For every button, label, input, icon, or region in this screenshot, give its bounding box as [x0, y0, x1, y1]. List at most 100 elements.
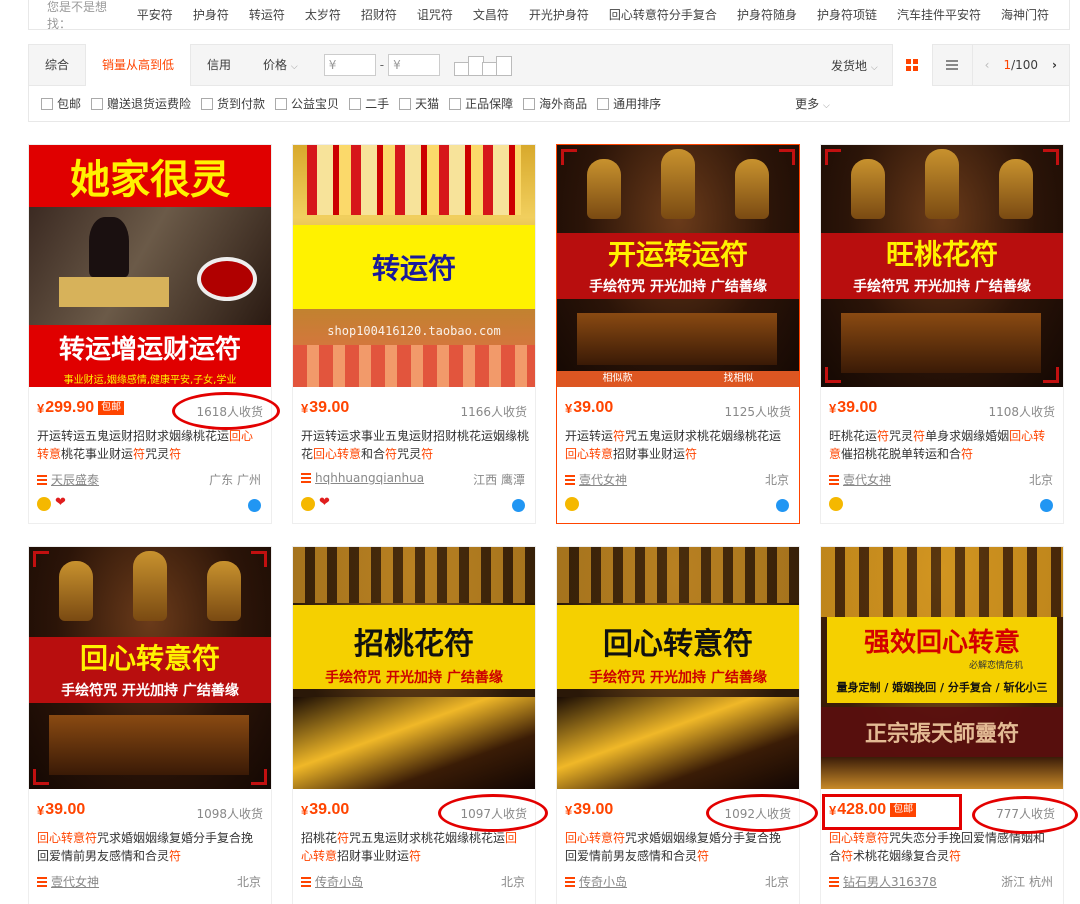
related-item[interactable]: 护身符随身	[737, 6, 797, 23]
product-title[interactable]: 开运转运五鬼运财招财求姻缘桃花运回心转意桃花事业财运符咒灵符	[37, 427, 265, 463]
product-title[interactable]: 回心转意符咒求婚姻姻缘复婚分手复合挽回爱情前男友感情和合灵符	[37, 829, 265, 865]
related-item[interactable]: 诅咒符	[417, 6, 453, 23]
sort-tab-credit[interactable]: 信用	[191, 44, 247, 86]
shop-link[interactable]: hqhhuangqianhua	[301, 471, 424, 485]
shop-link[interactable]: 传奇小岛	[301, 873, 363, 890]
related-item[interactable]: 太岁符	[305, 6, 341, 23]
wangwang-chat-icon[interactable]	[1040, 499, 1053, 512]
title-keyword: 符	[385, 447, 398, 461]
product-title[interactable]: 回心转意符咒求婚姻姻缘复婚分手复合挽回爱情前男友感情和合灵符	[565, 829, 793, 865]
price-value: 39.00	[573, 801, 614, 818]
product-card[interactable]: 转运符 shop100416120.taobao.com ¥39.00 1166…	[292, 144, 536, 524]
checkbox[interactable]	[399, 97, 412, 110]
shop-icon	[565, 876, 575, 887]
product-image[interactable]: 强效回心转意 必解恋情危机 量身定制 / 婚姻挽回 / 分手复合 / 斩化小三 …	[821, 547, 1063, 789]
filter-general-sort[interactable]: 通用排序	[597, 95, 661, 112]
corner-ornament	[33, 551, 49, 567]
related-item[interactable]: 护身符项链	[817, 6, 877, 23]
shop-link[interactable]: 钻石男人316378	[829, 873, 937, 890]
product-title[interactable]: 回心转意符咒失恋分手挽回爱情感情姻和合符术桃花姻缘复合灵符	[829, 829, 1057, 865]
chevron-down-icon: ⌵	[290, 62, 298, 72]
product-title[interactable]: 招桃花符咒五鬼运财求桃花姻缘桃花运回心转意招财事业财运符	[301, 829, 529, 865]
related-item[interactable]: 平安符	[137, 6, 173, 23]
filter-cod[interactable]: 货到付款	[201, 95, 265, 112]
related-item[interactable]: 招财符	[361, 6, 397, 23]
related-item[interactable]: 护身符	[193, 6, 229, 23]
filter-secondhand[interactable]: 二手	[349, 95, 389, 112]
wangwang-chat-icon[interactable]	[512, 499, 525, 512]
prev-page-icon[interactable]: ‹	[985, 58, 990, 72]
product-image[interactable]: 回心转意符 手绘符咒 开光加持 广结善缘	[29, 547, 271, 789]
wangwang-chat-icon[interactable]	[248, 499, 261, 512]
product-card[interactable]: 强效回心转意 必解恋情危机 量身定制 / 婚姻挽回 / 分手复合 / 斩化小三 …	[820, 546, 1064, 904]
checkbox[interactable]	[91, 97, 104, 110]
poster-photo	[29, 207, 271, 325]
price-range-slider[interactable]	[454, 54, 513, 76]
product-card[interactable]: 她家很灵 转运增运财运符 事业财运,姻缘感情,健康平安,子女,学业 ¥299.9…	[28, 144, 272, 524]
list-view-button[interactable]	[931, 44, 972, 86]
product-title[interactable]: 开运转运符咒五鬼运财求桃花姻缘桃花运回心转意招财事业财运符	[565, 427, 793, 463]
product-image[interactable]: 她家很灵 转运增运财运符 事业财运,姻缘感情,健康平安,子女,学业	[29, 145, 271, 387]
product-image[interactable]: 招桃花符 手绘符咒 开光加持 广结善缘	[293, 547, 535, 789]
related-item[interactable]: 开光护身符	[529, 6, 589, 23]
product-card[interactable]: 招桃花符 手绘符咒 开光加持 广结善缘 ¥39.00 1097人收货 招桃花符咒…	[292, 546, 536, 904]
find-similar-tag[interactable]: 找相似	[724, 371, 754, 387]
checkbox[interactable]	[597, 97, 610, 110]
next-page-icon[interactable]: ›	[1052, 58, 1057, 72]
price-max-input[interactable]: ¥	[388, 54, 441, 76]
badge-icons: ❤	[301, 496, 331, 511]
shop-link[interactable]: 天辰盛泰	[37, 471, 99, 488]
checkbox[interactable]	[201, 97, 214, 110]
product-image[interactable]: 旺桃花符 手绘符咒 开光加持 广结善缘	[821, 145, 1063, 387]
shop-link[interactable]: 壹代女神	[829, 471, 891, 488]
sort-tab-price[interactable]: 价格 ⌵	[247, 44, 314, 86]
poster-small-text: 必解恋情危机	[968, 660, 1023, 671]
checkbox[interactable]	[349, 97, 362, 110]
price-min-input[interactable]: ¥	[323, 54, 376, 76]
related-item[interactable]: 汽车挂件平安符	[897, 6, 981, 23]
title-keyword: 符	[685, 447, 698, 461]
checkbox[interactable]	[449, 97, 462, 110]
shop-link[interactable]: 壹代女神	[565, 471, 627, 488]
poster-bottom-fire	[293, 697, 535, 789]
shop-link[interactable]: 壹代女神	[37, 873, 99, 890]
shop-name: 钻石男人316378	[843, 875, 937, 889]
product-title[interactable]: 开运转运求事业五鬼运财招财桃花运姻缘桃花回心转意和合符咒灵符	[301, 427, 529, 463]
poster-subtitle: 手绘符咒 开光加持 广结善缘	[325, 670, 503, 686]
product-card[interactable]: 回心转意符 手绘符咒 开光加持 广结善缘 ¥39.00 1092人收货 回心转意…	[556, 546, 800, 904]
checkbox[interactable]	[523, 97, 536, 110]
grid-view-button[interactable]	[891, 44, 932, 86]
shop-name: 天辰盛泰	[51, 473, 100, 487]
product-image[interactable]: 转运符 shop100416120.taobao.com	[293, 145, 535, 387]
title-keyword: 符	[133, 447, 146, 461]
sort-tab-default[interactable]: 综合	[29, 44, 85, 86]
altar	[577, 313, 777, 365]
checkbox[interactable]	[41, 97, 53, 110]
related-item[interactable]: 回心转意符分手复合	[609, 6, 717, 23]
shop-link[interactable]: 传奇小岛	[565, 873, 627, 890]
related-item[interactable]: 海神门符	[1001, 6, 1049, 23]
related-item[interactable]: 转运符	[249, 6, 285, 23]
product-image[interactable]: 开运转运符 手绘符咒 开光加持 广结善缘 相似款 找相似	[557, 145, 799, 387]
product-card[interactable]: 开运转运符 手绘符咒 开光加持 广结善缘 相似款 找相似 ¥39.00 1125…	[556, 144, 800, 524]
more-filters-button[interactable]: 更多 ⌵	[795, 95, 830, 112]
related-item[interactable]: 文昌符	[473, 6, 509, 23]
filter-charity[interactable]: 公益宝贝	[275, 95, 339, 112]
sort-bar-right: 发货地 ⌵ ‹ 1/100 ›	[817, 44, 1069, 86]
filter-overseas[interactable]: 海外商品	[523, 95, 587, 112]
similar-style-tag[interactable]: 相似款	[603, 371, 633, 387]
product-card[interactable]: 旺桃花符 手绘符咒 开光加持 广结善缘 ¥39.00 1108人收货 旺桃花运符…	[820, 144, 1064, 524]
filter-free-shipping[interactable]: 包邮	[41, 95, 81, 112]
filter-tmall[interactable]: 天猫	[399, 95, 439, 112]
wangwang-chat-icon[interactable]	[776, 499, 789, 512]
filter-genuine[interactable]: 正品保障	[449, 95, 513, 112]
product-title[interactable]: 旺桃花运符咒灵符单身求姻缘婚姻回心转意催招桃花脱单转运和合符	[829, 427, 1057, 463]
sort-tab-sales[interactable]: 销量从高到低	[85, 44, 192, 86]
product-image[interactable]: 回心转意符 手绘符咒 开光加持 广结善缘	[557, 547, 799, 789]
ship-from-filter[interactable]: 发货地 ⌵	[817, 57, 892, 74]
checkbox[interactable]	[275, 97, 288, 110]
filter-return-insurance[interactable]: 赠送退货运费险	[91, 95, 191, 112]
corner-ornament	[825, 367, 841, 383]
shop-icon	[37, 876, 47, 887]
product-card[interactable]: 回心转意符 手绘符咒 开光加持 广结善缘 ¥39.00 1098人收货 回心转意…	[28, 546, 272, 904]
